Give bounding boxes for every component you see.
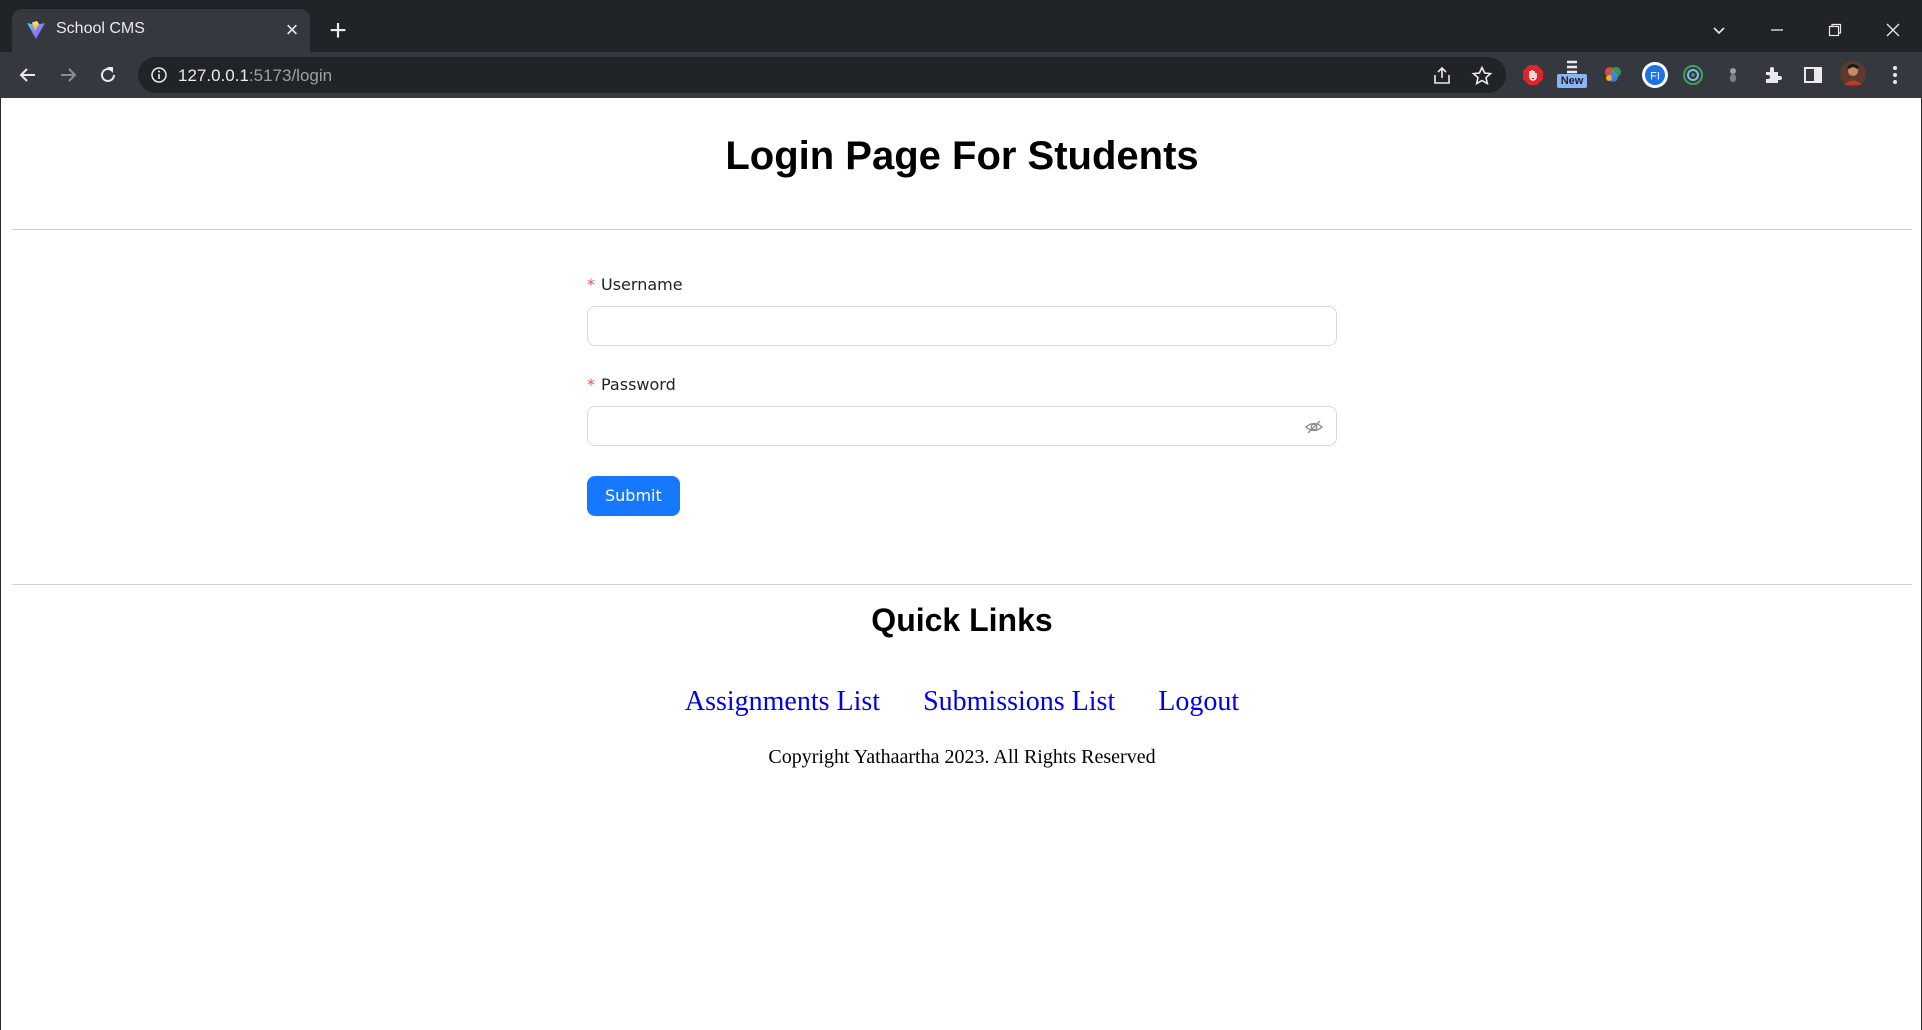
divider — [12, 584, 1912, 585]
grey-extension-icon[interactable] — [1721, 63, 1745, 87]
new-tab-icon[interactable]: + — [324, 16, 352, 46]
menu-icon[interactable] — [1883, 63, 1907, 87]
login-form: * Username * Password Submit — [587, 274, 1337, 516]
assignments-list-link[interactable]: Assignments List — [685, 686, 880, 717]
vite-favicon — [27, 21, 45, 39]
tab-search-icon[interactable] — [1702, 15, 1736, 45]
required-mark: * — [587, 275, 595, 294]
username-label-text: Username — [601, 275, 683, 294]
submissions-list-link[interactable]: Submissions List — [923, 686, 1115, 717]
window-top-strip — [0, 0, 1922, 9]
divider — [12, 229, 1912, 230]
target-extension-icon[interactable] — [1681, 63, 1705, 87]
url-host: 127.0.0.1 — [178, 66, 249, 85]
tab-bar: School CMS × + — [0, 9, 1922, 52]
browser-toolbar: 127.0.0.1:5173/login New FI — [0, 52, 1922, 98]
quick-links: Assignments List Submissions List Logout — [1, 686, 1922, 718]
extension-badge: New — [1557, 74, 1587, 88]
color-picker-extension-icon[interactable] — [1601, 63, 1625, 87]
profile-avatar[interactable] — [1839, 60, 1867, 88]
back-icon[interactable] — [13, 60, 43, 90]
username-label: * Username — [587, 274, 1337, 296]
forward-icon[interactable] — [53, 60, 83, 90]
tab-title: School CMS — [56, 20, 145, 37]
close-icon[interactable]: × — [282, 19, 302, 41]
fi-extension-icon[interactable]: FI — [1641, 61, 1669, 89]
password-input[interactable] — [587, 406, 1337, 446]
logout-link[interactable]: Logout — [1158, 686, 1239, 717]
password-label: * Password — [587, 374, 1337, 396]
address-bar[interactable]: 127.0.0.1:5173/login — [138, 57, 1506, 93]
page-viewport: Login Page For Students * Username * Passw… — [0, 98, 1922, 1030]
password-label-text: Password — [601, 375, 676, 394]
window-close-icon[interactable] — [1876, 15, 1910, 45]
reload-icon[interactable] — [93, 60, 123, 90]
site-info-icon[interactable] — [150, 66, 168, 84]
submit-button[interactable]: Submit — [587, 476, 680, 516]
page-title: Login Page For Students — [725, 134, 1199, 178]
adblock-extension-icon[interactable] — [1521, 63, 1545, 87]
restore-icon[interactable] — [1818, 15, 1852, 45]
required-mark: * — [587, 375, 595, 394]
side-panel-icon[interactable] — [1801, 63, 1825, 87]
extensions-icon[interactable] — [1761, 63, 1785, 87]
new-extension-icon[interactable]: New — [1557, 58, 1587, 88]
username-input[interactable] — [587, 306, 1337, 346]
url-text[interactable]: 127.0.0.1:5173/login — [178, 66, 332, 86]
eye-invisible-icon[interactable] — [1304, 417, 1324, 437]
bookmark-star-icon[interactable] — [1471, 65, 1493, 87]
svg-text:FI: FI — [1650, 71, 1660, 83]
minimize-icon[interactable] — [1760, 15, 1794, 45]
browser-tab[interactable]: School CMS × — [12, 9, 310, 52]
copyright-text: Copyright Yathaartha 2023. All Rights Re… — [768, 746, 1156, 768]
quick-links-title: Quick Links — [871, 602, 1053, 638]
url-path: :5173/login — [248, 66, 333, 85]
share-icon[interactable] — [1431, 65, 1453, 87]
